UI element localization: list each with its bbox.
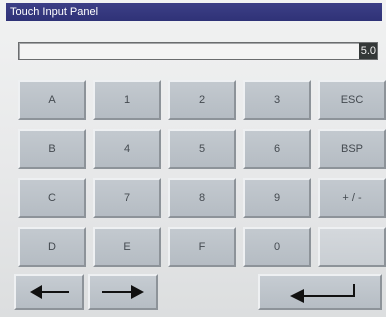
key-9[interactable]: 9	[243, 178, 311, 218]
cursor-right-button[interactable]	[88, 274, 158, 310]
window-title: Touch Input Panel	[6, 3, 382, 21]
key-blank[interactable]	[318, 227, 386, 267]
key-7[interactable]: 7	[93, 178, 161, 218]
key-5[interactable]: 5	[168, 129, 236, 169]
key-c[interactable]: C	[18, 178, 86, 218]
arrow-right-icon	[102, 285, 144, 299]
enter-arrow-icon	[290, 284, 355, 303]
key-8[interactable]: 8	[168, 178, 236, 218]
enter-button[interactable]	[258, 274, 382, 310]
value-display: 5.0	[18, 42, 378, 60]
key-escape[interactable]: ESC	[318, 80, 386, 120]
key-2[interactable]: 2	[168, 80, 236, 120]
key-6[interactable]: 6	[243, 129, 311, 169]
touch-input-panel: Touch Input Panel 5.0 A 1 2 3 ESC B 4 5 …	[0, 0, 386, 317]
key-4[interactable]: 4	[93, 129, 161, 169]
key-f[interactable]: F	[168, 227, 236, 267]
key-d[interactable]: D	[18, 227, 86, 267]
arrow-left-icon	[30, 285, 69, 299]
cursor-left-button[interactable]	[14, 274, 84, 310]
key-e[interactable]: E	[93, 227, 161, 267]
key-plus-minus[interactable]: + / -	[318, 178, 386, 218]
display-value: 5.0	[358, 43, 377, 59]
key-1[interactable]: 1	[93, 80, 161, 120]
key-0[interactable]: 0	[243, 227, 311, 267]
key-b[interactable]: B	[18, 129, 86, 169]
keypad: A 1 2 3 ESC B 4 5 6 BSP C 7 8 9 + / - D …	[14, 80, 386, 267]
key-3[interactable]: 3	[243, 80, 311, 120]
key-backspace[interactable]: BSP	[318, 129, 386, 169]
key-a[interactable]: A	[18, 80, 86, 120]
